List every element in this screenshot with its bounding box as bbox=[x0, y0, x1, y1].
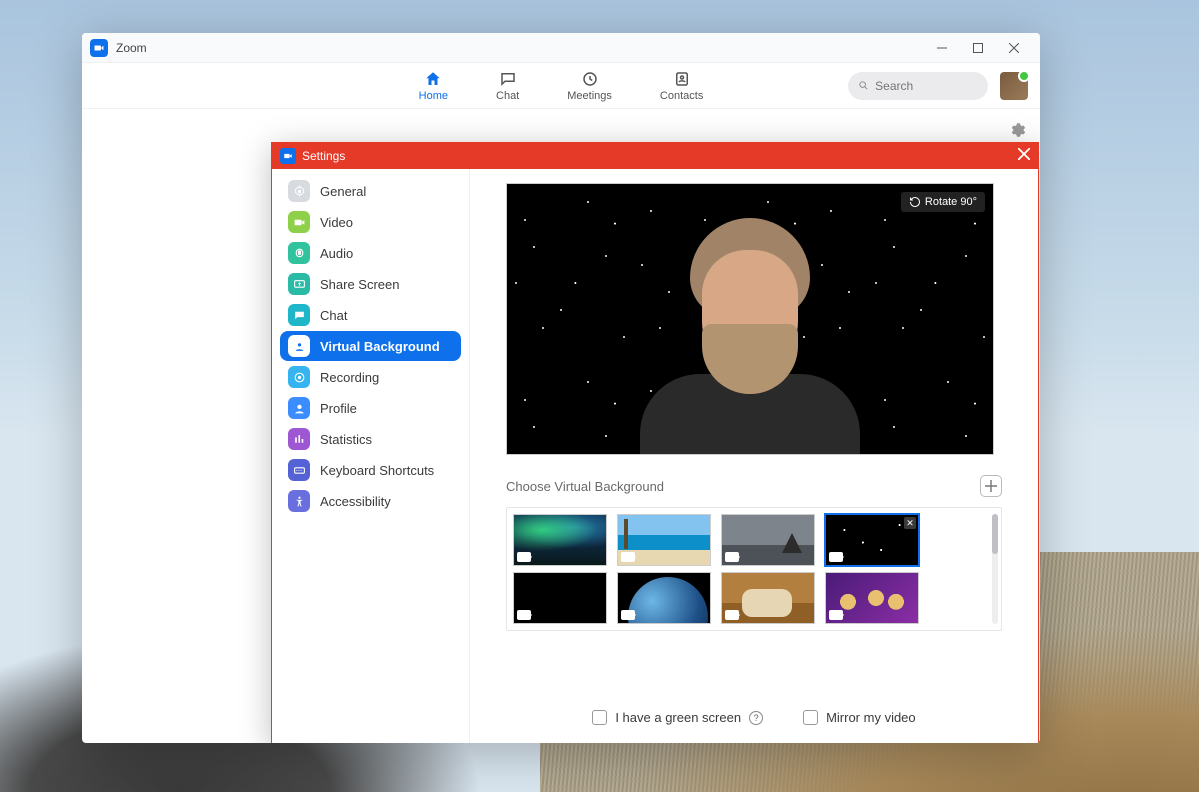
titlebar: Zoom bbox=[82, 33, 1040, 63]
video-icon bbox=[517, 610, 531, 620]
nav-chat[interactable]: Chat bbox=[496, 70, 519, 102]
keys-icon bbox=[288, 459, 310, 481]
video-icon bbox=[621, 610, 635, 620]
thumbnails-scrollbar[interactable] bbox=[992, 514, 998, 624]
sidebar-item-video[interactable]: Video bbox=[280, 207, 461, 237]
sidebar-item-recording[interactable]: Recording bbox=[280, 362, 461, 392]
share-icon bbox=[288, 273, 310, 295]
sidebar-item-label: Chat bbox=[320, 308, 347, 323]
mirror-option: Mirror my video bbox=[803, 710, 916, 725]
settings-header: Settings bbox=[272, 143, 1038, 169]
window-title: Zoom bbox=[116, 41, 147, 55]
background-thumb-dance[interactable] bbox=[825, 572, 919, 624]
nav-chat-label: Chat bbox=[496, 90, 519, 102]
green-screen-checkbox[interactable] bbox=[592, 710, 607, 725]
search-input[interactable] bbox=[875, 79, 978, 93]
sidebar-item-audio[interactable]: Audio bbox=[280, 238, 461, 268]
rotate-button[interactable]: Rotate 90° bbox=[901, 192, 985, 212]
settings-gear-button[interactable] bbox=[1008, 121, 1026, 144]
zoom-window: Zoom Home Chat Meetings Contacts bbox=[82, 33, 1040, 743]
settings-sidebar: General Video Audio Share Screen Chat Virtual… bbox=[272, 169, 470, 743]
settings-dialog: Settings General Video Audio Share Screen Ch… bbox=[271, 142, 1039, 743]
video-icon bbox=[288, 211, 310, 233]
sidebar-item-label: Share Screen bbox=[320, 277, 400, 292]
nav-contacts[interactable]: Contacts bbox=[660, 70, 703, 102]
video-preview: Rotate 90° bbox=[506, 183, 994, 455]
search-box[interactable] bbox=[848, 72, 988, 100]
sidebar-item-label: Accessibility bbox=[320, 494, 391, 509]
video-icon bbox=[829, 552, 843, 562]
chat-icon bbox=[499, 70, 517, 88]
user-icon bbox=[288, 335, 310, 357]
sidebar-item-general[interactable]: General bbox=[280, 176, 461, 206]
close-window-button[interactable] bbox=[996, 33, 1032, 63]
nav-meetings[interactable]: Meetings bbox=[567, 70, 612, 102]
sidebar-item-virtual-background[interactable]: Virtual Background bbox=[280, 331, 461, 361]
background-thumb-hangar[interactable] bbox=[721, 514, 815, 566]
mirror-checkbox[interactable] bbox=[803, 710, 818, 725]
settings-app-icon bbox=[280, 148, 296, 164]
record-icon bbox=[288, 366, 310, 388]
zoom-logo-icon bbox=[90, 39, 108, 57]
background-thumb-black[interactable] bbox=[513, 572, 607, 624]
stats-icon bbox=[288, 428, 310, 450]
chat-icon bbox=[288, 304, 310, 326]
green-screen-help-icon[interactable]: ? bbox=[749, 711, 763, 725]
background-thumb-stars[interactable]: ✕ bbox=[825, 514, 919, 566]
contacts-icon bbox=[673, 70, 691, 88]
background-thumb-beach[interactable] bbox=[617, 514, 711, 566]
add-background-button[interactable] bbox=[980, 475, 1002, 497]
video-icon bbox=[517, 552, 531, 562]
sidebar-item-profile[interactable]: Profile bbox=[280, 393, 461, 423]
home-icon bbox=[424, 70, 442, 88]
settings-content: Rotate 90° Choose Virtual Background ✕ bbox=[470, 169, 1038, 743]
sidebar-item-label: Video bbox=[320, 215, 353, 230]
search-icon bbox=[858, 79, 869, 92]
user-avatar[interactable] bbox=[1000, 72, 1028, 100]
nav-contacts-label: Contacts bbox=[660, 90, 703, 102]
remove-background-button[interactable]: ✕ bbox=[904, 517, 916, 529]
mirror-label: Mirror my video bbox=[826, 710, 916, 725]
a11y-icon bbox=[288, 490, 310, 512]
nav-meetings-label: Meetings bbox=[567, 90, 612, 102]
plus-icon bbox=[985, 480, 997, 492]
settings-title: Settings bbox=[302, 149, 345, 163]
background-thumb-earth[interactable] bbox=[617, 572, 711, 624]
green-screen-label: I have a green screen bbox=[615, 710, 741, 725]
green-screen-option: I have a green screen ? bbox=[592, 710, 763, 725]
sidebar-item-chat[interactable]: Chat bbox=[280, 300, 461, 330]
minimize-button[interactable] bbox=[924, 33, 960, 63]
sidebar-item-label: Profile bbox=[320, 401, 357, 416]
choose-background-label: Choose Virtual Background bbox=[506, 479, 664, 494]
sidebar-item-accessibility[interactable]: Accessibility bbox=[280, 486, 461, 516]
sidebar-item-label: Recording bbox=[320, 370, 379, 385]
nav-home[interactable]: Home bbox=[419, 70, 448, 102]
sidebar-item-label: General bbox=[320, 184, 366, 199]
rotate-icon bbox=[909, 196, 921, 208]
sidebar-item-share-screen[interactable]: Share Screen bbox=[280, 269, 461, 299]
sidebar-item-keyboard-shortcuts[interactable]: Keyboard Shortcuts bbox=[280, 455, 461, 485]
settings-close-button[interactable] bbox=[1018, 147, 1030, 165]
sidebar-item-statistics[interactable]: Statistics bbox=[280, 424, 461, 454]
maximize-button[interactable] bbox=[960, 33, 996, 63]
audio-icon bbox=[288, 242, 310, 264]
sidebar-item-label: Statistics bbox=[320, 432, 372, 447]
clock-icon bbox=[581, 70, 599, 88]
top-nav: Home Chat Meetings Contacts bbox=[82, 63, 1040, 109]
rotate-label: Rotate 90° bbox=[925, 196, 977, 208]
sidebar-item-label: Virtual Background bbox=[320, 339, 440, 354]
nav-home-label: Home bbox=[419, 90, 448, 102]
sidebar-item-label: Audio bbox=[320, 246, 353, 261]
sidebar-item-label: Keyboard Shortcuts bbox=[320, 463, 434, 478]
background-thumbnails: ✕ bbox=[506, 507, 1002, 631]
background-thumb-dog[interactable] bbox=[721, 572, 815, 624]
profile-icon bbox=[288, 397, 310, 419]
background-thumb-aurora[interactable] bbox=[513, 514, 607, 566]
gear-icon bbox=[288, 180, 310, 202]
video-icon bbox=[725, 552, 739, 562]
video-icon bbox=[621, 552, 635, 562]
video-icon bbox=[725, 610, 739, 620]
video-icon bbox=[829, 610, 843, 620]
